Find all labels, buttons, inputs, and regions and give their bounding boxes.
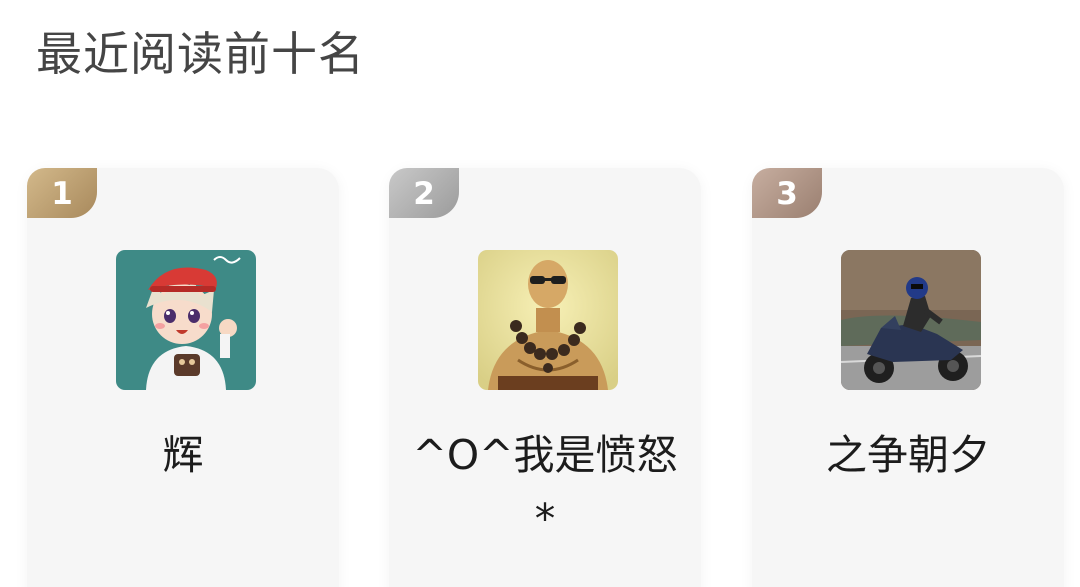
rank-badge: 3 — [752, 168, 822, 218]
page: 最近阅读前十名 1 辉 2 ^O^我是愤怒* 3 之争朝夕 — [0, 0, 1080, 587]
reader-name: 之争朝夕 — [826, 431, 990, 479]
reader-card-2[interactable]: 2 ^O^我是愤怒* — [389, 168, 701, 587]
bald-monk-avatar-icon[interactable] — [478, 250, 618, 390]
reader-card-3[interactable]: 3 之争朝夕 — [752, 168, 1064, 587]
rank-badge: 2 — [389, 168, 459, 218]
cartoon-boy-avatar-icon[interactable] — [116, 250, 256, 390]
page-title: 最近阅读前十名 — [36, 27, 365, 81]
rank-badge: 1 — [27, 168, 97, 218]
motorcycle-rider-avatar-icon[interactable] — [841, 250, 981, 390]
reader-card-1[interactable]: 1 辉 — [27, 168, 339, 587]
reader-name: 辉 — [162, 431, 204, 479]
reader-name: ^O^我是愤怒* — [412, 431, 678, 543]
